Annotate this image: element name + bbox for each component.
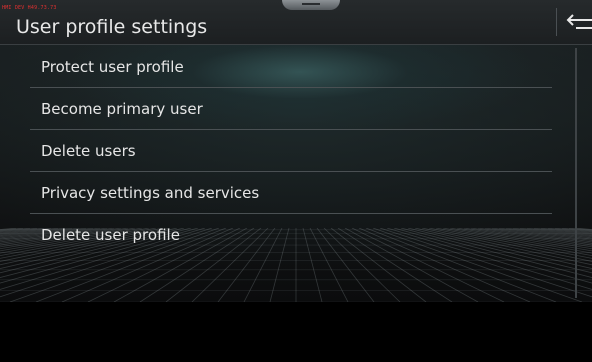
menu-item-label: Become primary user [41,100,203,118]
menu-item-delete-users[interactable]: Delete users [30,130,552,172]
menu-item-privacy-settings[interactable]: Privacy settings and services [30,172,552,214]
pull-down-handle-grip [302,3,320,5]
back-button[interactable] [560,8,592,38]
header-bar: HMI DEV H49.73.73 User profile settings [0,0,592,45]
menu-item-label: Protect user profile [41,58,184,76]
back-arrow-icon [566,14,592,29]
page-title: User profile settings [16,16,208,38]
menu-item-label: Privacy settings and services [41,184,260,202]
menu-item-protect-user-profile[interactable]: Protect user profile [30,46,552,88]
header-divider [556,8,557,36]
menu-item-become-primary-user[interactable]: Become primary user [30,88,552,130]
content-area: HMI DEV H49.73.73 User profile settings … [0,0,592,302]
settings-menu-list: Protect user profile Become primary user… [30,46,552,256]
menu-item-delete-user-profile[interactable]: Delete user profile [30,214,552,256]
scrollbar[interactable] [575,48,577,298]
screen: HMI DEV H49.73.73 User profile settings … [0,0,592,362]
menu-item-label: Delete user profile [41,226,180,244]
menu-item-label: Delete users [41,142,136,160]
pull-down-handle[interactable] [282,0,340,10]
debug-label: HMI DEV H49.73.73 [2,5,57,11]
